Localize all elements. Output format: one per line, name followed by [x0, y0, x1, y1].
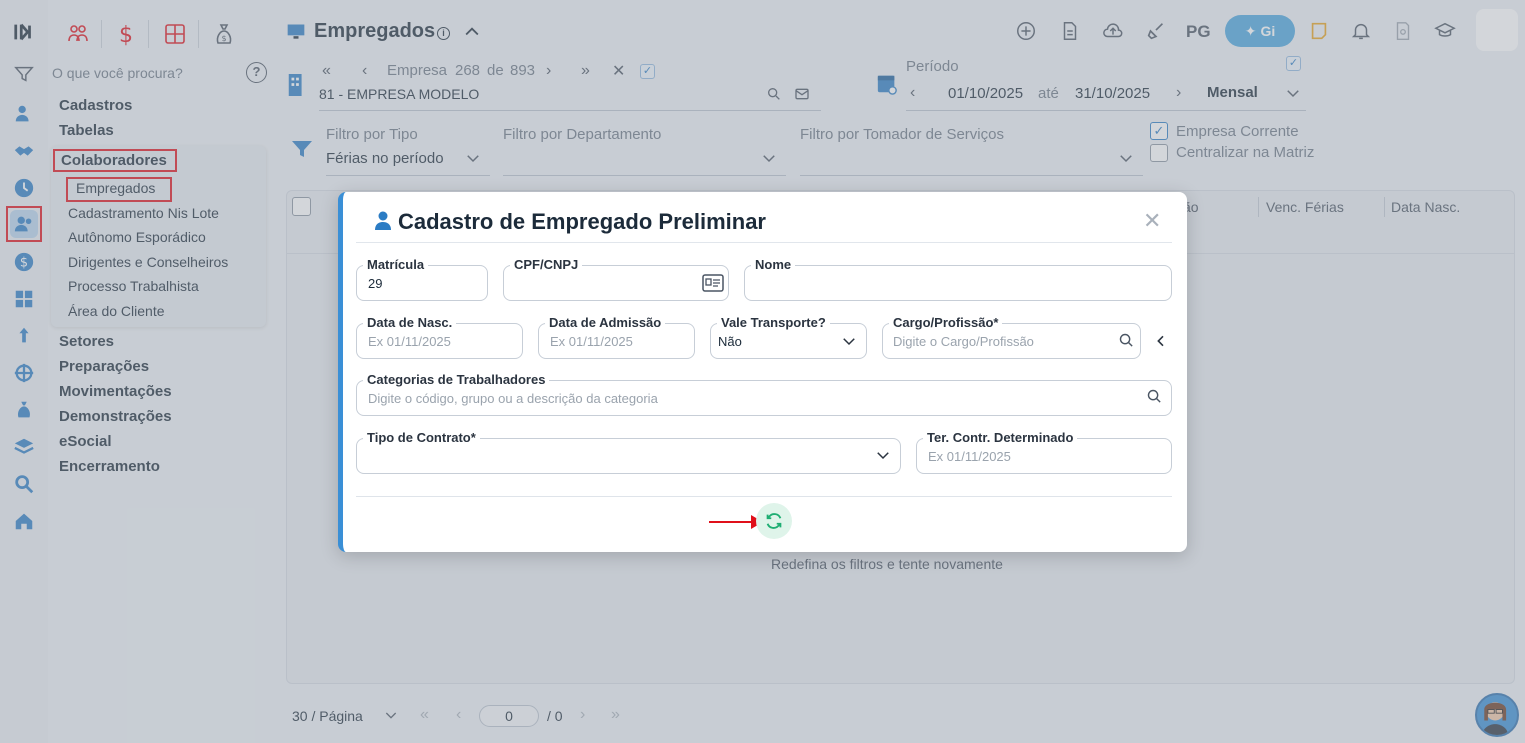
matricula-value: 29 [368, 276, 383, 291]
categorias-label: Categorias de Trabalhadores [363, 373, 550, 387]
chevron-down-icon[interactable] [874, 446, 892, 464]
categorias-placeholder: Digite o código, grupo ou a descrição da… [368, 391, 658, 406]
refresh-button[interactable] [756, 503, 792, 539]
tipo-contrato-label: Tipo de Contrato* [363, 431, 480, 445]
cadastro-empregado-modal: Cadastro de Empregado Preliminar ✕ Matrí… [338, 192, 1187, 552]
divider [356, 496, 1172, 497]
ter-contr-determinado-label: Ter. Contr. Determinado [923, 431, 1078, 445]
person-icon [373, 210, 393, 232]
cargo-profissao-placeholder: Digite o Cargo/Profissão [893, 334, 1034, 349]
data-nasc-label: Data de Nasc. [363, 316, 457, 330]
data-nasc-placeholder: Ex 01/11/2025 [368, 334, 451, 349]
cpf-cnpj-label: CPF/CNPJ [510, 258, 583, 272]
annotation-arrow-line [709, 521, 757, 523]
vale-transporte-label: Vale Transporte? [717, 316, 830, 330]
ter-contr-determinado-placeholder: Ex 01/11/2025 [928, 449, 1011, 464]
search-icon[interactable] [1118, 332, 1135, 349]
close-icon[interactable]: ✕ [1143, 208, 1161, 234]
chevron-left-icon[interactable] [1153, 332, 1169, 350]
chevron-down-icon[interactable] [840, 332, 858, 350]
data-admissao-placeholder: Ex 01/11/2025 [550, 334, 633, 349]
refresh-icon [766, 513, 782, 529]
nome-label: Nome [751, 258, 796, 272]
id-card-icon[interactable] [702, 274, 724, 292]
vale-transporte-value: Não [718, 334, 742, 349]
nome-field[interactable] [744, 265, 1172, 301]
search-icon[interactable] [1146, 388, 1163, 405]
divider [356, 242, 1172, 243]
modal-title: Cadastro de Empregado Preliminar [398, 209, 766, 234]
data-admissao-label: Data de Admissão [545, 316, 666, 330]
cargo-profissao-label: Cargo/Profissão* [889, 316, 1003, 330]
matricula-label: Matrícula [363, 258, 429, 272]
